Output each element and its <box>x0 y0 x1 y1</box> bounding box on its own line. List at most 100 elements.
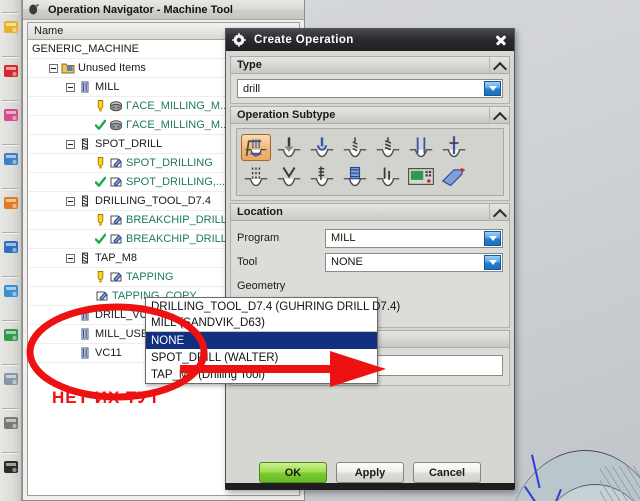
location-combobox-tool[interactable]: NONE <box>325 252 503 272</box>
create-operation-dialog: Create Operation Type drill Operation Su… <box>225 28 515 490</box>
face-mill-icon <box>109 118 123 132</box>
gear-icon <box>232 33 246 47</box>
dialog-titlebar[interactable]: Create Operation <box>226 29 514 51</box>
annotation-text: НЕТ ИХ ТУТ <box>52 388 161 407</box>
navigator-icon <box>27 3 40 16</box>
section-header-location[interactable]: Location <box>230 203 510 221</box>
signal-wave-icon[interactable] <box>2 282 20 300</box>
toolbar-separator <box>2 144 19 145</box>
dropdown-option[interactable]: MILL (SANDVIK_D63) <box>146 315 377 332</box>
check-icon <box>95 118 106 132</box>
op-icon <box>109 213 123 227</box>
tapping-icon[interactable] <box>307 163 337 190</box>
chart-orange-icon[interactable] <box>2 194 20 212</box>
dialog-title-text: Create Operation <box>254 34 354 46</box>
tree-row-label: SPOT_DRILL <box>95 138 163 150</box>
tree-row-label: BREAKCHIP_DRILL... <box>126 214 237 226</box>
spot-facing-icon[interactable] <box>241 134 271 161</box>
countersinking-icon[interactable] <box>274 163 304 190</box>
chevron-up-icon[interactable] <box>489 57 509 73</box>
tree-expander-collapse-icon[interactable] <box>66 253 75 263</box>
toolbar-separator <box>2 320 19 321</box>
location-label-geometry: Geometry <box>237 280 286 292</box>
drill-icon <box>78 194 92 208</box>
toolbar-separator <box>2 12 19 13</box>
section-title-subtype: Operation Subtype <box>237 109 336 121</box>
tree-expander-collapse-icon[interactable] <box>66 139 75 149</box>
chevron-up-icon[interactable] <box>489 204 509 220</box>
tree-row-label: Unused Items <box>78 62 146 74</box>
tree-expander-collapse-icon[interactable] <box>49 63 58 73</box>
reaming-icon[interactable] <box>439 134 469 161</box>
warning-icon <box>95 213 106 227</box>
dropdown-option[interactable]: SPOT_DRILL (WALTER) <box>146 349 377 366</box>
tool-dropdown-list[interactable]: DRILLING_TOOL_D7.4 (GUHRING DRILL D7.4) M… <box>145 297 400 384</box>
tool-bars-icon <box>78 80 92 94</box>
section-title-location: Location <box>237 206 283 218</box>
counterboring-icon[interactable] <box>241 163 271 190</box>
warning-icon <box>95 156 106 170</box>
dropdown-option[interactable]: NONE <box>146 332 377 349</box>
clock-icon[interactable] <box>2 370 20 388</box>
tree-row-label: DRILLING_TOOL_D7.4 <box>95 195 211 207</box>
toolbar-separator <box>2 408 19 409</box>
operation-subtype-grid[interactable] <box>236 128 504 196</box>
apply-button[interactable]: Apply <box>336 462 404 483</box>
list-icon[interactable] <box>2 414 20 432</box>
location-row: Program MILL <box>237 226 503 250</box>
cancel-button[interactable]: Cancel <box>413 462 481 483</box>
tree-row-label: GENERIC_MACHINE <box>32 43 139 55</box>
folder-icon <box>61 61 75 75</box>
boring-icon[interactable] <box>406 134 436 161</box>
type-combobox-value: drill <box>243 82 261 95</box>
book-blue-icon[interactable] <box>2 238 20 256</box>
column-header-label: Name <box>34 25 64 37</box>
tree-expander-collapse-icon[interactable] <box>66 196 75 206</box>
location-combobox-program[interactable]: MILL <box>325 228 503 248</box>
thread-milling-icon[interactable] <box>340 163 370 190</box>
spot-drilling-icon[interactable] <box>274 134 304 161</box>
tree-row-label: VC11 <box>95 347 122 359</box>
face-mill-icon <box>109 99 123 113</box>
type-combobox[interactable]: drill <box>237 79 503 98</box>
section-header-type[interactable]: Type <box>230 56 510 74</box>
location-row: Tool NONE <box>237 250 503 274</box>
navigator-titlebar: Operation Navigator - Machine Tool <box>23 0 304 20</box>
tree-row-label: BREAKCHIP_DRILL... <box>126 233 237 245</box>
chevron-down-icon[interactable] <box>484 254 501 270</box>
dropdown-option[interactable]: DRILLING_TOOL_D7.4 (GUHRING DRILL D7.4) <box>146 298 400 315</box>
breakchip-drilling-icon[interactable] <box>373 134 403 161</box>
globe-green-icon[interactable] <box>2 326 20 344</box>
toolbar-separator <box>2 100 19 101</box>
ok-button[interactable]: OK <box>259 462 327 483</box>
drilling-icon[interactable] <box>307 134 337 161</box>
chevron-down-icon[interactable] <box>484 81 501 96</box>
tool-bars-icon <box>78 327 92 341</box>
target-pink-icon[interactable] <box>2 106 20 124</box>
folder-yellow-icon[interactable] <box>2 18 20 36</box>
left-toolbar <box>0 0 22 501</box>
tree-expander-collapse-icon[interactable] <box>66 82 75 92</box>
tool-bars-icon <box>78 346 92 360</box>
close-icon[interactable] <box>492 32 510 48</box>
warning-icon <box>95 99 106 113</box>
toolbar-separator <box>2 452 19 453</box>
combobox-value: NONE <box>331 256 363 268</box>
op-icon <box>95 289 109 303</box>
mill-user-defined-icon[interactable] <box>439 163 469 190</box>
pen-black-icon[interactable] <box>2 458 20 476</box>
dialog-button-bar: OK Apply Cancel <box>226 462 514 483</box>
dropdown-option[interactable]: TAP_M8 (Drilling Tool) <box>146 366 377 383</box>
tool-bars-icon <box>78 308 92 322</box>
section-header-operation-subtype[interactable]: Operation Subtype <box>230 106 510 124</box>
tree-row-label: TAPPING <box>126 271 174 283</box>
section-title-type: Type <box>237 59 262 71</box>
chevron-down-icon[interactable] <box>484 230 501 246</box>
peck-drilling-icon[interactable] <box>340 134 370 161</box>
cad-hatch <box>600 466 640 501</box>
surface-blue-icon[interactable] <box>2 150 20 168</box>
arrow-red-icon[interactable] <box>2 62 20 80</box>
mill-control-icon[interactable] <box>406 163 436 190</box>
hole-milling-icon[interactable] <box>373 163 403 190</box>
chevron-up-icon[interactable] <box>489 107 509 123</box>
